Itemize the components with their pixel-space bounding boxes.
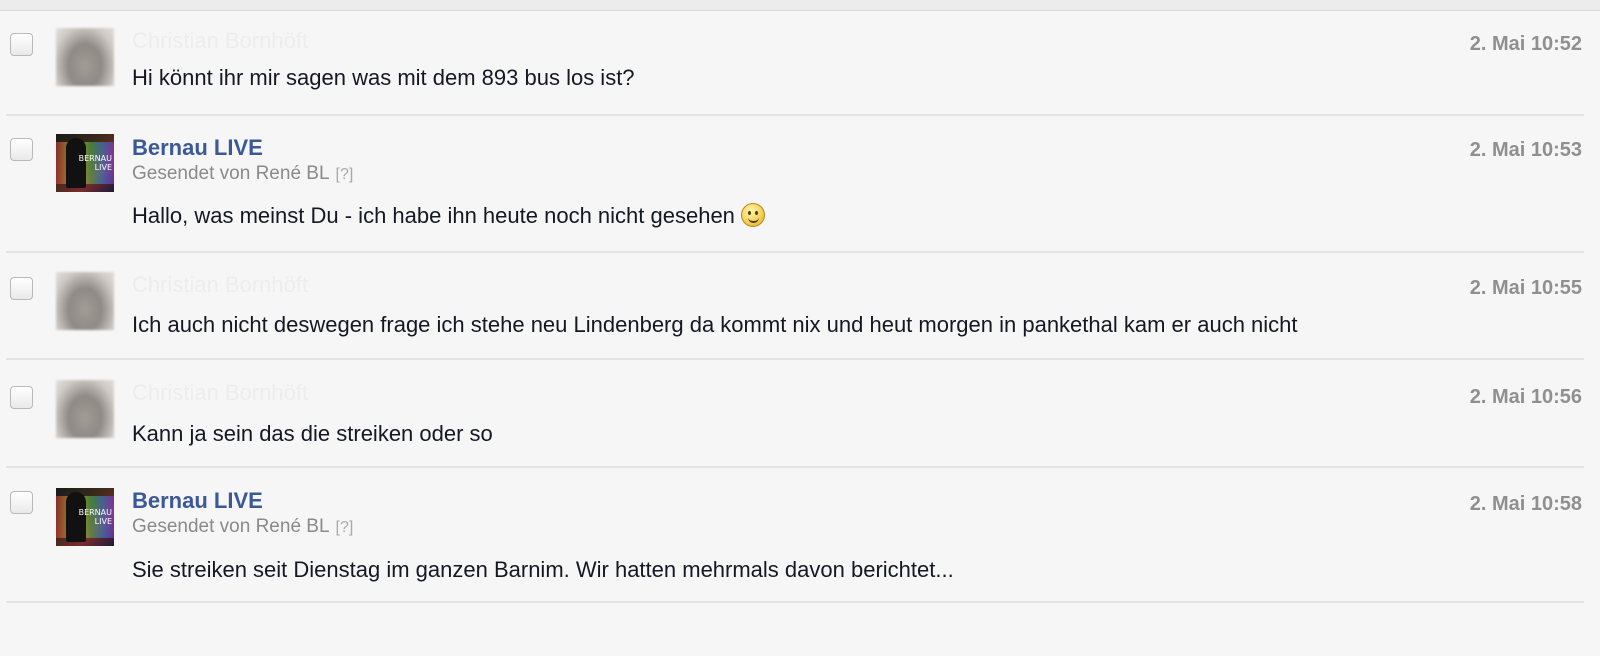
message-item: Christian Bornhöft 2. Mai 10:52 Hi könnt… <box>0 11 1600 118</box>
message-text: Hallo, was meinst Du - ich habe ihn heut… <box>132 203 765 229</box>
message-timestamp: 2. Mai 10:56 <box>1469 386 1582 408</box>
avatar[interactable]: BERNAU LIVE <box>56 134 114 192</box>
sent-by-text: Gesendet von René BL <box>132 163 330 184</box>
message-timestamp: 2. Mai 10:53 <box>1469 139 1582 161</box>
divider <box>6 251 1584 253</box>
help-icon[interactable]: [?] <box>336 166 354 183</box>
divider <box>6 358 1584 360</box>
divider <box>6 114 1584 116</box>
message-item: BERNAU LIVE Bernau LIVE Gesendet von René… <box>0 118 1600 257</box>
message-select-checkbox[interactable] <box>10 386 33 409</box>
message-select-checkbox[interactable] <box>10 33 33 56</box>
sender-name[interactable]: Bernau LIVE <box>132 135 263 161</box>
sender-name[interactable]: Christian Bornhöft <box>132 28 308 54</box>
message-timestamp: 2. Mai 10:58 <box>1469 493 1582 515</box>
avatar[interactable] <box>56 380 114 438</box>
message-timestamp: 2. Mai 10:55 <box>1469 277 1582 299</box>
avatar[interactable]: BERNAU LIVE <box>56 488 114 546</box>
message-timestamp: 2. Mai 10:52 <box>1469 33 1582 55</box>
logo-text: BERNAU LIVE <box>78 508 112 526</box>
message-text: Sie streiken seit Dienstag im ganzen Bar… <box>132 557 954 582</box>
message-text: Ich auch nicht deswegen frage ich stehe … <box>132 312 1298 337</box>
sent-by-label: Gesendet von René BL [?] <box>132 516 353 538</box>
message-select-checkbox[interactable] <box>10 491 33 514</box>
help-icon[interactable]: [?] <box>336 519 354 536</box>
logo-text: BERNAU LIVE <box>78 154 112 172</box>
sender-name[interactable]: Bernau LIVE <box>132 488 263 514</box>
avatar[interactable] <box>56 28 114 86</box>
message-item: BERNAU LIVE Bernau LIVE Gesendet von René… <box>0 470 1600 610</box>
avatar[interactable] <box>56 272 114 330</box>
divider <box>6 601 1584 603</box>
divider <box>6 466 1584 468</box>
sent-by-label: Gesendet von René BL [?] <box>132 163 353 185</box>
sender-name[interactable]: Christian Bornhöft <box>132 272 308 298</box>
sender-name[interactable]: Christian Bornhöft <box>132 380 308 406</box>
message-select-checkbox[interactable] <box>10 277 33 300</box>
smiley-emoji-icon <box>740 203 765 227</box>
message-text-body: Hallo, was meinst Du - ich habe ihn heut… <box>132 203 735 228</box>
sent-by-text: Gesendet von René BL <box>132 516 330 537</box>
top-toolbar-edge <box>0 0 1600 11</box>
message-item: Christian Bornhöft 2. Mai 10:56 Kann ja … <box>0 365 1600 470</box>
message-text: Hi könnt ihr mir sagen was mit dem 893 b… <box>132 65 635 90</box>
message-text: Kann ja sein das die streiken oder so <box>132 421 493 446</box>
message-thread: Christian Bornhöft 2. Mai 10:52 Hi könnt… <box>0 11 1600 610</box>
message-item: Christian Bornhöft 2. Mai 10:55 Ich auch… <box>0 257 1600 365</box>
message-select-checkbox[interactable] <box>10 138 33 161</box>
